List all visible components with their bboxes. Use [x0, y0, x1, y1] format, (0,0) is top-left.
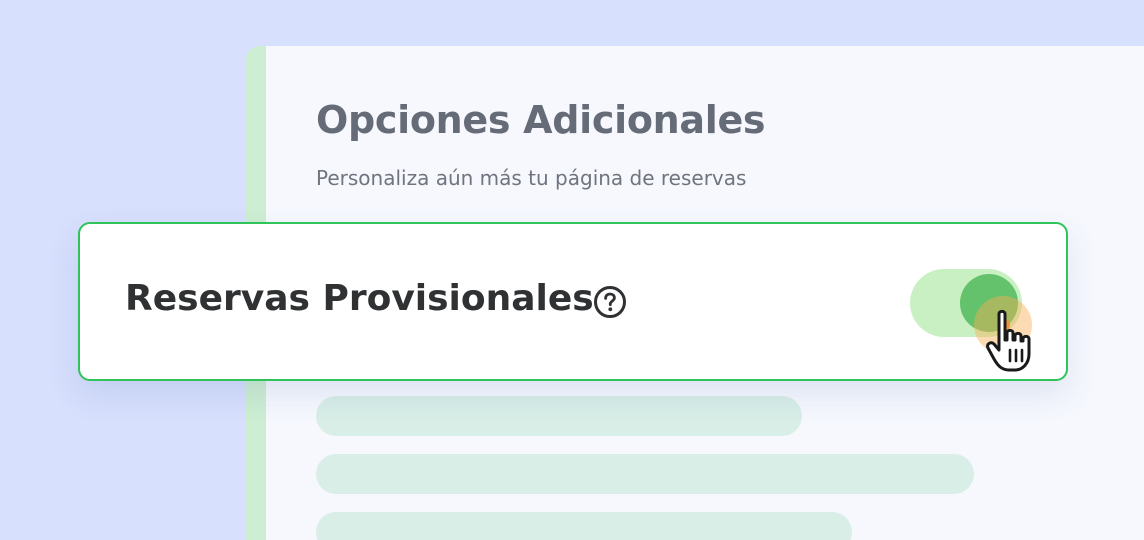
skeleton-line — [316, 396, 802, 436]
skeleton-line — [316, 512, 852, 540]
panel-subtitle: Personaliza aún más tu página de reserva… — [316, 166, 747, 190]
skeleton-line — [316, 454, 974, 494]
help-circle-icon[interactable] — [593, 285, 627, 319]
option-label: Reservas Provisionales — [125, 278, 594, 319]
hand-pointer-icon — [986, 309, 1031, 372]
panel-title: Opciones Adicionales — [316, 98, 766, 142]
option-card-provisional-bookings: Reservas Provisionales — [78, 222, 1068, 381]
